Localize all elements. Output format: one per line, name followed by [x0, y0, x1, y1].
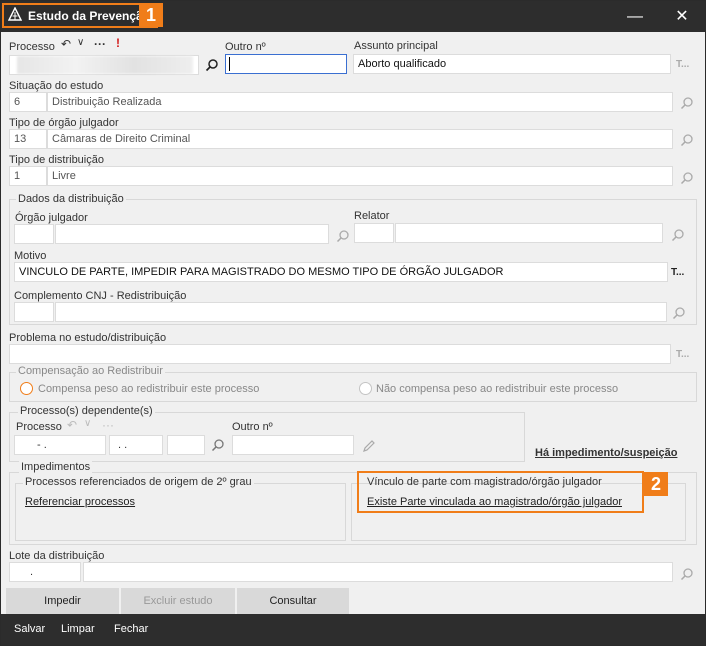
dependente-undo-icon[interactable]: ↶ [67, 418, 77, 432]
assunto-principal-field[interactable]: Aborto qualificado [353, 54, 671, 74]
problema-text-icon[interactable]: T... [676, 349, 689, 360]
complemento-value[interactable] [55, 302, 667, 322]
dependente-outro-label: Outro nº [232, 421, 273, 433]
tipo-orgao-search-icon[interactable] [680, 133, 694, 147]
complemento-code[interactable] [14, 302, 54, 322]
minimize-button[interactable]: — [625, 7, 645, 27]
nao-compensa-radio-label: Não compensa peso ao redistribuir este p… [376, 383, 619, 395]
dependente-outro-input[interactable] [232, 435, 354, 455]
lote-code[interactable]: . [9, 562, 81, 582]
situacao-code[interactable]: 6 [9, 92, 47, 112]
complemento-label: Complemento CNJ - Redistribuição [14, 290, 187, 302]
vinculo-title: Vínculo de parte com magistrado/órgão ju… [367, 476, 602, 488]
situacao-value[interactable]: Distribuição Realizada [47, 92, 673, 112]
salvar-button[interactable]: Salvar [14, 623, 45, 635]
window-title-highlight: Estudo da Prevenção [2, 3, 159, 28]
callout-badge-1: 1 [139, 3, 163, 27]
app-logo-icon [7, 6, 23, 24]
referenciados-group [15, 483, 346, 541]
relator-code[interactable] [354, 223, 394, 243]
title-bar: Estudo da Prevenção 1 — ✕ [1, 1, 705, 32]
outro-numero-input[interactable] [225, 54, 347, 74]
outro-numero-label: Outro nº [225, 41, 266, 53]
nao-compensa-radio[interactable] [359, 382, 372, 395]
processo-redacted-number [17, 56, 193, 74]
tipo-orgao-label: Tipo de órgão julgador [9, 117, 119, 129]
compensa-radio-label: Compensa peso ao redistribuir este proce… [38, 383, 260, 395]
motivo-text-icon[interactable]: T... [671, 267, 684, 278]
tipo-distribuicao-label: Tipo de distribuição [9, 154, 104, 166]
relator-value[interactable] [395, 223, 663, 243]
tipo-distribuicao-search-icon[interactable] [680, 171, 694, 185]
fechar-button[interactable]: Fechar [114, 623, 148, 635]
motivo-field[interactable]: VINCULO DE PARTE, IMPEDIR PARA MAGISTRAD… [14, 262, 668, 282]
situacao-search-icon[interactable] [680, 96, 694, 110]
chevron-down-icon[interactable]: ∨ [77, 37, 84, 48]
tipo-distribuicao-value[interactable]: Livre [47, 166, 673, 186]
motivo-label: Motivo [14, 250, 47, 262]
tipo-orgao-value[interactable]: Câmaras de Direito Criminal [47, 129, 673, 149]
lote-value[interactable] [83, 562, 673, 582]
window-title: Estudo da Prevenção [28, 8, 151, 23]
compensacao-title: Compensação ao Redistribuir [16, 365, 165, 377]
orgao-julgador-value[interactable] [55, 224, 329, 244]
impedimento-suspeicao-link[interactable]: Há impedimento/suspeição [535, 447, 677, 459]
dependente-processo-part3[interactable] [167, 435, 205, 455]
callout-badge-2: 2 [644, 472, 668, 496]
dependente-processo-part2[interactable]: . . [109, 435, 163, 455]
tipo-orgao-code[interactable]: 13 [9, 129, 47, 149]
alert-icon: ! [116, 36, 120, 50]
prevention-study-window: Estudo da Prevenção 1 — ✕ Processo ↶ ∨ ·… [0, 0, 706, 646]
processo-search-icon[interactable] [205, 58, 219, 72]
lote-search-icon[interactable] [680, 567, 694, 581]
impedir-button[interactable]: Impedir [6, 588, 119, 614]
referenciados-title: Processos referenciados de origem de 2º … [23, 476, 254, 488]
problema-label: Problema no estudo/distribuição [9, 332, 167, 344]
relator-label: Relator [354, 210, 390, 222]
tipo-distribuicao-code[interactable]: 1 [9, 166, 47, 186]
orgao-julgador-code[interactable] [14, 224, 54, 244]
dependente-processo-label: Processo [16, 421, 62, 433]
consultar-button[interactable]: Consultar [237, 588, 349, 614]
assunto-text-icon[interactable]: T... [676, 59, 689, 70]
dependentes-title: Processo(s) dependente(s) [18, 405, 155, 417]
lote-label: Lote da distribuição [9, 550, 105, 562]
dependente-more-icon[interactable]: ··· [102, 418, 114, 432]
situacao-label: Situação do estudo [9, 80, 104, 92]
orgao-julgador-label: Órgão julgador [15, 212, 88, 224]
parte-vinculada-link[interactable]: Existe Parte vinculada ao magistrado/órg… [367, 496, 622, 508]
dados-distribuicao-title: Dados da distribuição [16, 193, 126, 205]
orgao-julgador-search-icon[interactable] [336, 229, 350, 243]
complemento-search-icon[interactable] [672, 306, 686, 320]
dependente-chevron-icon[interactable]: ∨ [84, 418, 91, 429]
dependente-search-icon[interactable] [211, 438, 225, 452]
referenciar-processos-link[interactable]: Referenciar processos [25, 496, 135, 508]
processo-label: Processo [9, 41, 55, 53]
excluir-estudo-button[interactable]: Excluir estudo [121, 588, 235, 614]
dependente-processo-part1[interactable]: - . [14, 435, 106, 455]
more-icon[interactable]: ··· [94, 37, 106, 51]
assunto-principal-label: Assunto principal [354, 40, 438, 52]
pencil-icon[interactable] [362, 439, 376, 453]
compensa-radio[interactable] [20, 382, 33, 395]
impedimentos-title: Impedimentos [19, 461, 93, 473]
undo-icon[interactable]: ↶ [61, 37, 71, 51]
limpar-button[interactable]: Limpar [61, 623, 95, 635]
close-button[interactable]: ✕ [672, 7, 692, 27]
problema-field[interactable] [9, 344, 671, 364]
bottom-toolbar: Salvar Limpar Fechar [1, 614, 705, 645]
relator-search-icon[interactable] [671, 228, 685, 242]
